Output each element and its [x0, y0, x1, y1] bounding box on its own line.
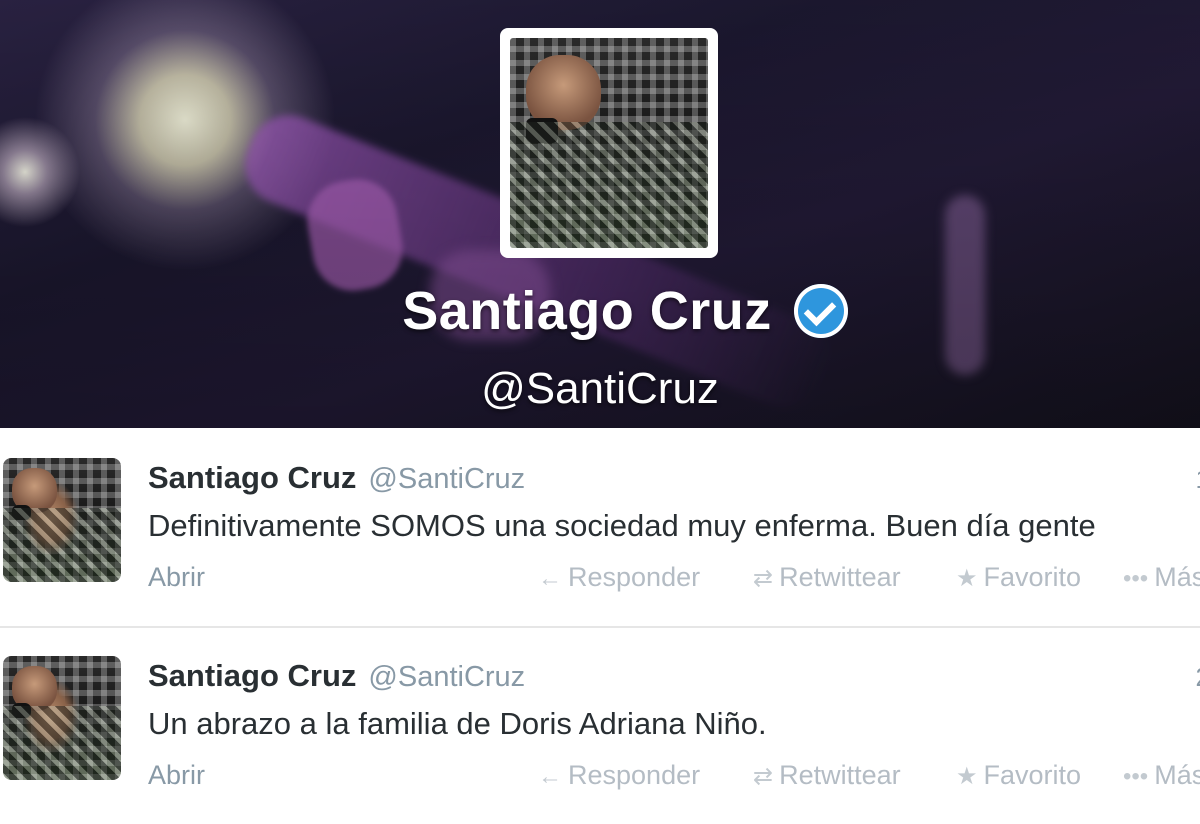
favorite-button[interactable]: ★ Favorito: [956, 562, 1081, 593]
tweet-author-handle[interactable]: @SantiCruz: [368, 661, 525, 693]
star-icon: ★: [956, 565, 978, 592]
profile-name-row: Santiago Cruz: [0, 280, 1200, 342]
open-tweet-link[interactable]: Abrir: [148, 760, 205, 791]
retweet-icon: ⇄: [753, 763, 774, 790]
tweet-timestamp[interactable]: 2: [1196, 662, 1200, 693]
profile-handle[interactable]: @SantiCruz: [0, 364, 1200, 414]
verified-badge-icon: [793, 284, 848, 338]
profile-name[interactable]: Santiago Cruz: [402, 280, 772, 342]
tweet-author-name[interactable]: Santiago Cruz: [148, 460, 356, 495]
favorite-button[interactable]: ★ Favorito: [956, 760, 1081, 791]
tweet-timestamp[interactable]: 1: [1196, 464, 1200, 495]
tweet-actions: Abrir ← Responder ⇄ Retwittear ★ Favorito •…: [148, 760, 1200, 796]
profile-header: Santiago Cruz @SantiCruz: [0, 0, 1200, 428]
ellipsis-icon: •••: [1123, 565, 1149, 592]
retweet-button[interactable]: ⇄ Retwittear: [753, 760, 901, 791]
more-button[interactable]: ••• Más: [1123, 760, 1200, 791]
reply-label: Responder: [568, 760, 701, 790]
tweet-text: Definitivamente SOMOS una sociedad muy e…: [148, 508, 1096, 543]
avatar-microphone: [12, 703, 32, 718]
tweet-text: Un abrazo a la familia de Doris Adriana …: [148, 706, 767, 741]
favorite-label: Favorito: [983, 760, 1082, 790]
tweet-header: Santiago Cruz @SantiCruz: [148, 658, 525, 694]
reply-arrow-icon: ←: [538, 565, 562, 592]
tweet-avatar[interactable]: [3, 656, 121, 780]
reply-button[interactable]: ← Responder: [538, 562, 700, 593]
retweet-icon: ⇄: [753, 565, 774, 592]
retweet-label: Retwittear: [779, 562, 901, 592]
retweet-button[interactable]: ⇄ Retwittear: [753, 562, 901, 593]
reply-label: Responder: [568, 562, 701, 592]
avatar-photo: [3, 656, 121, 780]
tweet-header: Santiago Cruz @SantiCruz: [148, 460, 525, 496]
open-tweet-link[interactable]: Abrir: [148, 562, 205, 593]
tweet-actions: Abrir ← Responder ⇄ Retwittear ★ Favorito •…: [148, 562, 1200, 598]
more-label: Más: [1154, 562, 1200, 592]
tweet-avatar[interactable]: [3, 458, 121, 582]
avatar-photo: [510, 38, 708, 248]
more-button[interactable]: ••• Más: [1123, 562, 1200, 593]
tweet-author-handle[interactable]: @SantiCruz: [368, 463, 525, 495]
favorite-label: Favorito: [983, 562, 1082, 592]
avatar-microphone: [525, 117, 558, 143]
tweet-author-name[interactable]: Santiago Cruz: [148, 658, 356, 693]
retweet-label: Retwittear: [779, 760, 901, 790]
reply-arrow-icon: ←: [538, 763, 562, 790]
tweet[interactable]: Santiago Cruz @SantiCruz 1 Definitivament…: [0, 430, 1200, 628]
ellipsis-icon: •••: [1123, 763, 1149, 790]
tweet[interactable]: Santiago Cruz @SantiCruz 2 Un abrazo a la…: [0, 628, 1200, 824]
profile-avatar[interactable]: [500, 28, 718, 258]
avatar-microphone: [12, 505, 32, 520]
star-icon: ★: [956, 763, 978, 790]
more-label: Más: [1154, 760, 1200, 790]
reply-button[interactable]: ← Responder: [538, 760, 700, 791]
avatar-photo: [3, 458, 121, 582]
